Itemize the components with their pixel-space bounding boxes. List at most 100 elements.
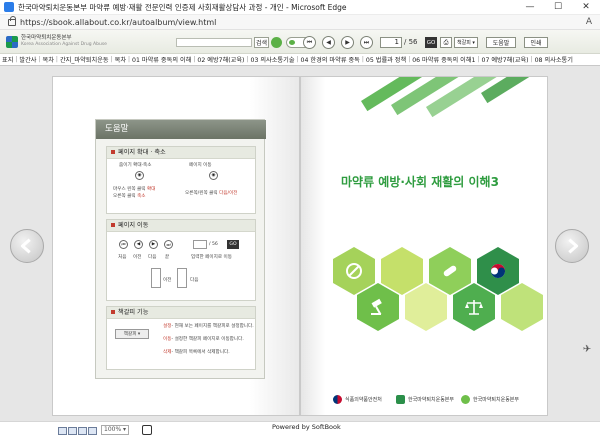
- next-icon: ▶: [149, 240, 158, 249]
- memo-icon[interactable]: [142, 425, 152, 435]
- toc-item[interactable]: 목차: [113, 55, 128, 64]
- hex-tile: [501, 283, 543, 331]
- zoom-section-title: 페이지 확대 · 축소: [118, 149, 166, 156]
- maximize-button[interactable]: ☐: [544, 0, 572, 15]
- toc-item[interactable]: 간지_마약퇴치운동: [58, 55, 111, 64]
- search-button[interactable]: 검색: [254, 37, 269, 48]
- toc-item[interactable]: 04 한경의 마약류 중독: [299, 55, 362, 64]
- help-button[interactable]: 도움말: [486, 37, 516, 48]
- print-button[interactable]: 인쇄: [524, 37, 548, 48]
- status-bar: 100% ▾ Powered by SoftBook: [0, 421, 600, 441]
- pill-icon: [443, 265, 457, 277]
- bm-line-2: - 설정한 책갈피 페이지로 이동합니다.: [171, 337, 244, 342]
- pin-icon[interactable]: ✈: [580, 342, 594, 356]
- taegeuk-icon: [491, 264, 505, 278]
- view-mode-buttons: [58, 427, 98, 435]
- last-icon: ⏭: [164, 240, 173, 249]
- toc-item[interactable]: 03 의사소통기술: [249, 55, 297, 64]
- help-panel: 도움말 페이지 확대 · 축소 줌이기 확대·축소 페이지 이동 ◉ ◉ 마우스…: [95, 119, 266, 379]
- close-button[interactable]: ✕: [572, 0, 600, 15]
- org-logo-kaada: 한국마약퇴치운동본부: [396, 395, 454, 404]
- last-page-button[interactable]: ⏭: [360, 36, 373, 49]
- toc-item[interactable]: 목차: [41, 55, 56, 64]
- org-1: 식품의약품안전처: [345, 397, 382, 403]
- thumb-view-icon[interactable]: [78, 427, 87, 435]
- hex-tile: [429, 247, 471, 295]
- nav-next: 다음: [190, 278, 199, 283]
- zoom-desc-1: 마우스 왼쪽 클릭: [113, 187, 146, 192]
- prev-page-sample: [151, 268, 161, 288]
- powered-by: Powered by SoftBook: [272, 423, 341, 431]
- logo-subtitle: Korea Association Against Drug Abuse: [21, 42, 107, 47]
- book-viewer: ✈ 도움말 페이지 확대 · 축소 줌이기 확대·축소 페이지 이동 ◉ ◉ 마…: [0, 66, 600, 421]
- site-logo[interactable]: 한국마약퇴치운동본부 Korea Association Against Dru…: [6, 35, 116, 48]
- toc-item[interactable]: 07 예방7해(교육): [480, 55, 531, 64]
- toc-item[interactable]: 05 법률과 정책: [364, 55, 408, 64]
- page-input-sample: [193, 240, 207, 249]
- nav-label-prev: 이전: [133, 255, 142, 260]
- arrow-left-icon: [20, 238, 31, 254]
- print-icon[interactable]: ⎙: [440, 37, 452, 48]
- prev-spread-button[interactable]: [10, 229, 44, 263]
- book-spread: 도움말 페이지 확대 · 축소 줌이기 확대·축소 페이지 이동 ◉ ◉ 마우스…: [52, 76, 548, 416]
- list-view-icon[interactable]: [88, 427, 97, 435]
- bookmark-select[interactable]: 책갈피 ▾: [454, 37, 478, 48]
- toc-item[interactable]: 발간사: [17, 55, 38, 64]
- org-logo-kaada-2: 한국마약퇴치운동본부: [461, 395, 519, 404]
- speech-icon[interactable]: [271, 37, 282, 48]
- prev-icon: ◀: [134, 240, 143, 249]
- bookmark-section-title: 책갈피 기능: [118, 309, 149, 316]
- mouse-icon: ◉: [209, 171, 218, 180]
- move-desc: 오른쪽/왼쪽 클릭: [185, 191, 218, 196]
- zoom-select[interactable]: 100% ▾: [101, 425, 129, 435]
- next-page-button[interactable]: ▶: [341, 36, 354, 49]
- right-page-cover[interactable]: 마약류 예방·사회 재활의 이해3 식품의약품안전처 한국마약퇴치운동본부 한국…: [300, 76, 548, 416]
- viewer-toolbar: 한국마약퇴치운동본부 Korea Association Against Dru…: [0, 30, 600, 54]
- toc-item[interactable]: 표지: [0, 55, 15, 64]
- hex-tile: [357, 283, 399, 331]
- next-spread-button[interactable]: [555, 229, 589, 263]
- hex-tile: [477, 247, 519, 295]
- arrow-right-icon: [568, 238, 579, 254]
- page-number-input[interactable]: 1: [380, 37, 402, 48]
- left-page[interactable]: 도움말 페이지 확대 · 축소 줌이기 확대·축소 페이지 이동 ◉ ◉ 마우스…: [52, 76, 300, 416]
- zoom-label: 줌이기 확대·축소: [119, 163, 152, 168]
- move-label: 페이지 이동: [189, 163, 212, 168]
- hex-tile: [453, 283, 495, 331]
- double-view-icon[interactable]: [68, 427, 77, 435]
- search-input[interactable]: [176, 38, 252, 47]
- toc-item[interactable]: 01 마약류 중독의 이해: [130, 55, 193, 64]
- toc-item[interactable]: 06 마약류 중독의 이해1: [410, 55, 477, 64]
- logo-name: 한국마약퇴치운동본부: [21, 35, 72, 41]
- gavel-icon: [371, 298, 382, 315]
- next-page-sample: [177, 268, 187, 288]
- toc-bar: 표지 | 발간사 | 목차 | 간지_마약퇴치운동 | 목차 | 01 마약류 중독의 이…: [0, 54, 600, 66]
- window-title: 한국마약퇴치운동본부 마약류 예방·재활 전문인력 인증제 사회재활상담사 과정…: [18, 2, 347, 12]
- zoom-red-2: 축소: [137, 194, 146, 199]
- org-2: 한국마약퇴치운동본부: [408, 397, 455, 403]
- bookmark-select-sample: 책갈피 ▾: [115, 329, 149, 339]
- no-drugs-icon: [346, 263, 362, 279]
- nav-go: GO: [227, 240, 239, 249]
- kaada-leaf-icon: [461, 395, 470, 404]
- hex-tile: [405, 283, 447, 331]
- first-page-button[interactable]: ⏮: [303, 36, 316, 49]
- lock-icon: [8, 15, 16, 26]
- toc-item[interactable]: 02 예방7해(교육): [195, 55, 246, 64]
- toc-item[interactable]: 08 의사소통기: [533, 55, 575, 64]
- nav-label-goto: 입력한 페이지로 이동: [191, 255, 232, 260]
- url-field[interactable]: https://sbook.allabout.co.kr/autoalbum/v…: [20, 18, 578, 27]
- go-button[interactable]: GO: [425, 37, 437, 48]
- edge-app-icon: [4, 2, 14, 12]
- minimize-button[interactable]: —: [516, 0, 544, 15]
- read-aloud-icon[interactable]: A: [578, 17, 600, 27]
- mfds-emblem-icon: [333, 395, 342, 404]
- org-3: 한국마약퇴치운동본부: [473, 397, 520, 403]
- bm-line-3: - 책갈피 목록에서 삭제합니다.: [171, 350, 230, 355]
- window-titlebar: 한국마약퇴치운동본부 마약류 예방·재활 전문인력 인증제 사회재활상담사 과정…: [0, 0, 600, 15]
- nav-prev: 이전: [163, 278, 172, 283]
- single-view-icon[interactable]: [58, 427, 67, 435]
- nav-section-title: 페이지 이동: [118, 222, 149, 229]
- org-logo-mfds: 식품의약품안전처: [333, 395, 382, 404]
- prev-page-button[interactable]: ◀: [322, 36, 335, 49]
